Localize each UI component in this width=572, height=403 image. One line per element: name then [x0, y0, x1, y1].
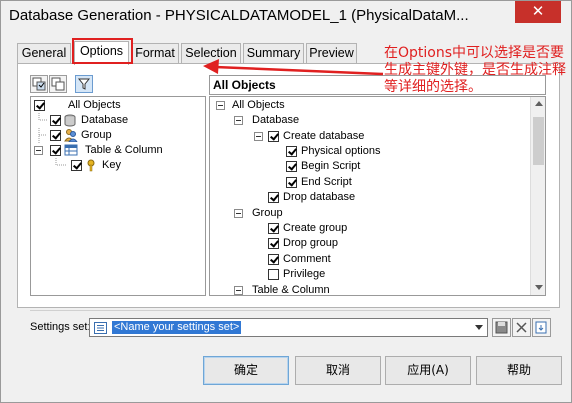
help-button[interactable]: 帮助 [476, 356, 562, 385]
collapse-icon[interactable] [234, 286, 243, 295]
close-icon: ✕ [531, 3, 545, 20]
settings-set-combo[interactable]: <Name your settings set> [89, 318, 488, 337]
save-settings-button[interactable] [492, 318, 511, 337]
scroll-thumb[interactable] [533, 117, 544, 165]
annotation-arrow-icon [203, 59, 384, 76]
group-checkbox[interactable] [50, 130, 61, 141]
close-button[interactable]: ✕ [515, 1, 561, 23]
key-icon [87, 159, 95, 172]
settings-set-value: <Name your settings set> [112, 321, 242, 334]
collapse-icon[interactable] [234, 209, 243, 218]
physical-options-checkbox[interactable] [286, 146, 297, 157]
scroll-down-icon[interactable] [535, 285, 543, 290]
option-label: Create database [283, 130, 365, 142]
collapse-icon[interactable] [234, 116, 243, 125]
filter-button[interactable] [75, 75, 93, 93]
database-checkbox[interactable] [50, 115, 61, 126]
import-icon [535, 321, 547, 334]
all-objects-checkbox[interactable] [34, 100, 45, 111]
save-icon [495, 321, 508, 334]
group-icon [64, 129, 78, 142]
chevron-down-icon[interactable] [475, 325, 483, 330]
divider [30, 310, 550, 311]
option-label: Group [252, 207, 283, 219]
apply-button[interactable]: 应用(A) [385, 356, 471, 385]
comment-checkbox[interactable] [268, 254, 279, 265]
delete-icon [516, 322, 527, 333]
option-label: End Script [301, 176, 352, 188]
option-label: Drop database [283, 191, 356, 203]
select-all-button[interactable] [30, 75, 48, 93]
privilege-checkbox[interactable] [268, 269, 279, 280]
tree-item-label: Table & Column [85, 144, 163, 156]
ok-button[interactable]: 确定 [203, 356, 289, 385]
option-label: Begin Script [301, 160, 361, 172]
deselect-all-button[interactable] [49, 75, 67, 93]
option-label: Create group [283, 222, 348, 234]
option-label: Database [252, 114, 300, 126]
tab-general[interactable]: General [17, 43, 71, 64]
create-database-checkbox[interactable] [268, 131, 279, 142]
option-label: All Objects [232, 99, 285, 111]
options-tree: All Objects Database Create database Phy… [209, 96, 546, 296]
option-label: Drop group [283, 237, 339, 249]
table-icon [64, 144, 78, 156]
option-label: Comment [283, 253, 331, 265]
deselect-all-icon [51, 77, 65, 91]
filter-icon [77, 78, 91, 90]
settings-set-label: Settings set: [30, 321, 91, 333]
delete-settings-button[interactable] [512, 318, 531, 337]
database-icon [64, 114, 76, 127]
table-column-checkbox[interactable] [50, 145, 61, 156]
scroll-up-icon[interactable] [535, 101, 543, 106]
tree-item-label: Group [81, 129, 112, 141]
annotation-note: 在Options中可以选择是否要生成主键外键，是否生成注释等详细的选择。 [384, 45, 566, 95]
tree-item-label: Database [81, 114, 129, 126]
collapse-icon[interactable] [34, 146, 43, 155]
collapse-icon[interactable] [254, 132, 263, 141]
drop-group-checkbox[interactable] [268, 238, 279, 249]
import-settings-button[interactable] [532, 318, 551, 337]
key-checkbox[interactable] [71, 160, 82, 171]
tree-item-label: Key [102, 159, 121, 171]
end-script-checkbox[interactable] [286, 177, 297, 188]
create-group-checkbox[interactable] [268, 223, 279, 234]
tree-line-icon [38, 113, 47, 121]
cancel-button[interactable]: 取消 [295, 356, 381, 385]
object-type-tree: All Objects Database Group Table & Colum… [30, 96, 206, 296]
option-label: Table & Column [252, 284, 330, 296]
tree-item-label: All Objects [68, 99, 121, 111]
begin-script-checkbox[interactable] [286, 161, 297, 172]
options-tab-highlight-box [72, 38, 133, 64]
tab-format[interactable]: Format [131, 43, 179, 64]
settings-list-icon [94, 322, 107, 334]
option-label: Physical options [301, 145, 381, 157]
tree-line-icon [38, 128, 47, 143]
collapse-icon[interactable] [216, 101, 225, 110]
database-generation-dialog: Database Generation - PHYSICALDATAMODEL_… [0, 0, 572, 403]
tree-line-icon [55, 158, 66, 166]
select-all-icon [32, 77, 46, 91]
option-label: Privilege [283, 268, 326, 280]
drop-database-checkbox[interactable] [268, 192, 279, 203]
options-tree-scrollbar[interactable] [530, 97, 545, 295]
window-title: Database Generation - PHYSICALDATAMODEL_… [9, 7, 469, 24]
title-bar: Database Generation - PHYSICALDATAMODEL_… [1, 1, 571, 31]
